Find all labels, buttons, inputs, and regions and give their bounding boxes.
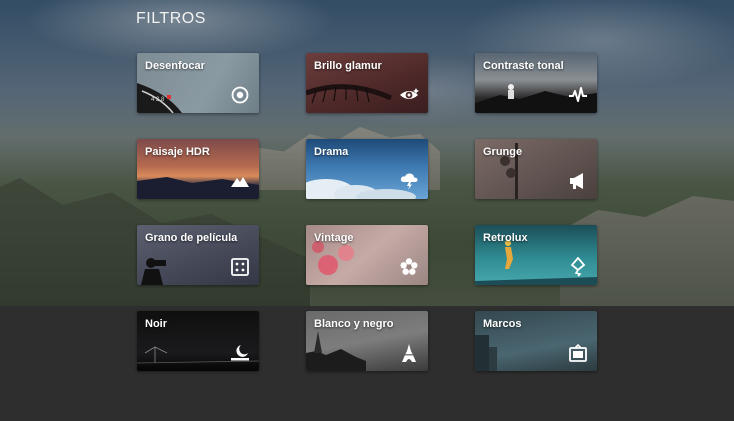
filter-tile-noir[interactable]: Noir: [137, 311, 259, 371]
filter-tile-retrolux[interactable]: Retrolux: [475, 225, 597, 285]
filter-tile-marcos[interactable]: Marcos: [475, 311, 597, 371]
moon-horizon-icon: [231, 345, 249, 361]
svg-text:4 2.8: 4 2.8: [151, 97, 165, 103]
flower-icon: [400, 258, 418, 275]
eye-sparkle-icon: [400, 88, 419, 99]
filter-tile-label: Desenfocar: [145, 60, 205, 72]
filter-tile-label: Grunge: [483, 146, 523, 158]
filter-tile-blanco-y-negro[interactable]: Blanco y negro: [306, 311, 428, 371]
filter-tile-label: Marcos: [483, 318, 522, 330]
filter-tile-label: Retrolux: [483, 232, 528, 244]
filter-tile-paisaje-hdr[interactable]: Paisaje HDR: [137, 139, 259, 199]
megaphone-icon: [570, 173, 583, 189]
filter-tile-drama[interactable]: Drama: [306, 139, 428, 199]
filter-tile-label: Brillo glamur: [314, 60, 382, 72]
filter-tile-grunge[interactable]: Grunge: [475, 139, 597, 199]
page-title: FILTROS: [136, 10, 206, 27]
filter-tile-label: Noir: [145, 318, 167, 330]
cloud-bolt-icon: [400, 173, 418, 190]
filter-tile-label: Vintage: [314, 232, 354, 244]
filter-tile-contraste-tonal[interactable]: Contraste tonal: [475, 53, 597, 113]
frame-icon: [569, 343, 587, 362]
kite-icon: [570, 257, 586, 277]
filter-tile-vintage[interactable]: Vintage: [306, 225, 428, 285]
eiffel-tower-icon: [402, 344, 416, 362]
pulse-icon: [569, 87, 587, 102]
filter-tile-brillo-glamur[interactable]: Brillo glamur: [306, 53, 428, 113]
filter-tile-label: Contraste tonal: [483, 60, 564, 72]
filter-tile-label: Drama: [314, 146, 349, 158]
filter-tile-desenfocar[interactable]: 4 2.8 Desenfocar: [137, 53, 259, 113]
mountain-icon: [231, 177, 249, 187]
grain-dots-icon: [231, 258, 249, 276]
filter-tile-label: Paisaje HDR: [145, 146, 210, 158]
filter-tile-label: Grano de película: [145, 232, 238, 244]
filter-tile-label: Blanco y negro: [314, 318, 394, 330]
filter-tile-grano-de-pelicula[interactable]: Grano de película: [137, 225, 259, 285]
target-icon: [231, 86, 249, 104]
